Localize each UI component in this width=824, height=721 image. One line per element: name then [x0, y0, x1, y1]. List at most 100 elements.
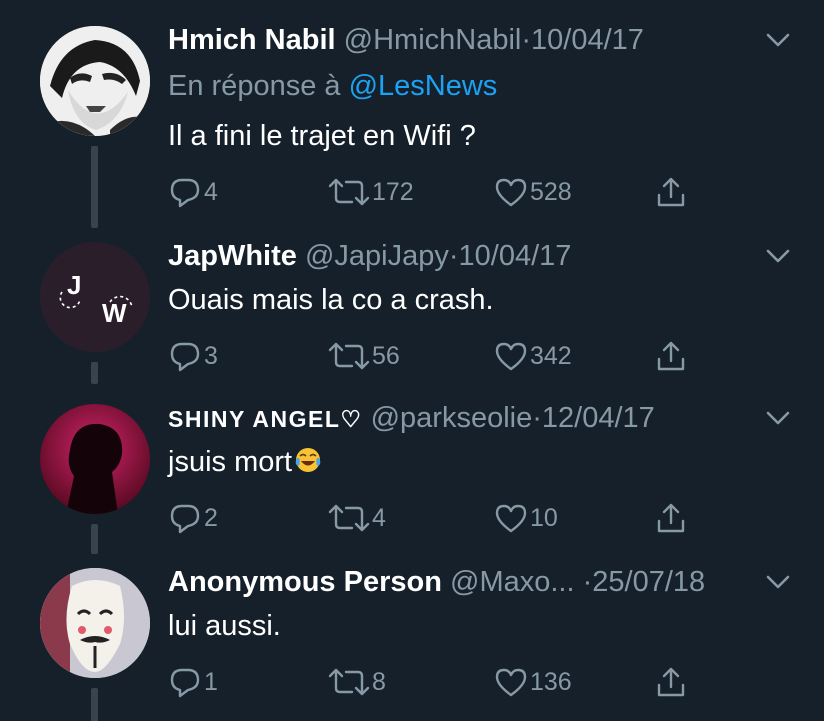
user-handle[interactable]: @JapiJapy — [305, 240, 449, 272]
like-count: 10 — [530, 503, 558, 532]
share-icon — [657, 177, 685, 207]
thread-connector — [91, 524, 98, 554]
like-count: 136 — [530, 667, 572, 696]
display-name[interactable]: JapWhite — [168, 240, 297, 272]
tweet-date[interactable]: 12/04/17 — [542, 402, 655, 434]
separator: · — [582, 566, 593, 598]
tweet-actions: 3 56 342 — [168, 338, 784, 374]
retweet-button[interactable]: 172 — [328, 174, 414, 210]
reply-icon — [170, 342, 200, 372]
user-handle[interactable]: @parkseolie — [371, 402, 533, 434]
reply-thread: Hmich Nabil @HmichNabil·10/04/17 En répo… — [0, 0, 824, 721]
reply-count: 4 — [204, 177, 218, 206]
user-handle[interactable]: @Maxo... — [450, 566, 575, 598]
svg-text:W: W — [102, 298, 127, 328]
heart-icon — [495, 504, 527, 533]
heart-icon — [495, 342, 527, 371]
tweet[interactable]: Anonymous Person @Maxo... ·25/07/18 lui … — [0, 562, 824, 721]
display-name[interactable]: Hmich Nabil — [168, 24, 336, 56]
avatar[interactable] — [40, 568, 150, 678]
reply-icon — [170, 504, 200, 534]
face-with-tears-of-joy-icon — [295, 448, 321, 472]
share-button[interactable] — [654, 500, 688, 536]
retweet-count: 56 — [372, 341, 400, 370]
display-name[interactable]: Anonymous Person — [168, 566, 442, 598]
tweet-text: lui aussi. — [168, 610, 281, 642]
svg-text:J: J — [67, 270, 81, 300]
retweet-button[interactable]: 56 — [328, 338, 400, 374]
retweet-count: 4 — [372, 503, 386, 532]
tweet-actions: 4 172 528 — [168, 174, 784, 210]
retweet-icon — [328, 504, 370, 532]
thread-connector — [91, 214, 98, 228]
chevron-down-icon[interactable] — [764, 406, 792, 430]
retweet-icon — [328, 178, 370, 206]
reply-count: 1 — [204, 667, 218, 696]
avatar[interactable]: J W — [40, 242, 150, 352]
like-button[interactable]: 136 — [494, 664, 572, 700]
tweet-actions: 1 8 136 — [168, 664, 784, 700]
reply-button[interactable]: 2 — [168, 500, 218, 536]
share-icon — [657, 503, 685, 533]
separator: · — [532, 402, 542, 434]
tweet-header: Hmich Nabil @HmichNabil·10/04/17 — [168, 20, 644, 60]
reply-prefix: En réponse à — [168, 70, 341, 102]
like-count: 528 — [530, 177, 572, 206]
like-button[interactable]: 10 — [494, 500, 558, 536]
avatar[interactable] — [40, 26, 150, 136]
tweet-content: Hmich Nabil @HmichNabil·10/04/17 En répo… — [168, 20, 790, 208]
reply-icon — [170, 178, 200, 208]
separator: · — [448, 240, 459, 272]
thread-connector — [91, 362, 98, 384]
display-name[interactable]: SHINY ANGEL♡ — [168, 406, 363, 432]
tweet[interactable]: SHINY ANGEL♡ @parkseolie·12/04/17 jsuis … — [0, 398, 824, 562]
reply-button[interactable]: 4 — [168, 174, 218, 210]
tweet[interactable]: J W JapWhite @JapiJapy·10/04/17 Ouais ma… — [0, 214, 824, 400]
share-icon — [657, 341, 685, 371]
share-button[interactable] — [654, 174, 688, 210]
retweet-icon — [328, 668, 370, 696]
retweet-button[interactable]: 4 — [328, 500, 386, 536]
like-button[interactable]: 528 — [494, 174, 572, 210]
retweet-count: 172 — [372, 177, 414, 206]
reply-context: En réponse à @LesNews — [168, 66, 497, 106]
tweet-text-line: jsuis mort — [168, 442, 322, 482]
like-count: 342 — [530, 341, 572, 370]
thread-connector — [91, 146, 98, 224]
tweet-content: SHINY ANGEL♡ @parkseolie·12/04/17 jsuis … — [168, 398, 790, 562]
retweet-button[interactable]: 8 — [328, 664, 386, 700]
avatar[interactable] — [40, 404, 150, 514]
reply-count: 3 — [204, 341, 218, 370]
chevron-down-icon[interactable] — [764, 570, 792, 594]
share-button[interactable] — [654, 338, 688, 374]
separator: · — [521, 24, 532, 56]
reply-mention-link[interactable]: @LesNews — [349, 70, 498, 102]
share-icon — [657, 667, 685, 697]
tweet-text: Ouais mais la co a crash. — [168, 284, 494, 316]
reply-count: 2 — [204, 503, 218, 532]
retweet-icon — [328, 342, 370, 370]
retweet-count: 8 — [372, 667, 386, 696]
tweet-text: Il a fini le trajet en Wifi ? — [168, 120, 476, 152]
user-handle[interactable]: @HmichNabil — [344, 24, 522, 56]
tweet-content: JapWhite @JapiJapy·10/04/17 Ouais mais l… — [168, 236, 790, 400]
tweet-date[interactable]: 25/07/18 — [592, 566, 705, 598]
chevron-down-icon[interactable] — [764, 244, 792, 268]
tweet-date[interactable]: 10/04/17 — [459, 240, 572, 272]
heart-icon — [495, 178, 527, 207]
tweet-content: Anonymous Person @Maxo... ·25/07/18 lui … — [168, 562, 790, 721]
reply-button[interactable]: 1 — [168, 664, 218, 700]
like-button[interactable]: 342 — [494, 338, 572, 374]
tweet[interactable]: Hmich Nabil @HmichNabil·10/04/17 En répo… — [0, 20, 824, 224]
tweet-actions: 2 4 10 — [168, 500, 784, 536]
tweet-text: jsuis mort — [168, 446, 293, 478]
tweet-date[interactable]: 10/04/17 — [531, 24, 644, 56]
tweet-header: SHINY ANGEL♡ @parkseolie·12/04/17 — [168, 398, 655, 439]
reply-button[interactable]: 3 — [168, 338, 218, 374]
heart-icon — [495, 668, 527, 697]
thread-connector — [91, 688, 98, 721]
share-button[interactable] — [654, 664, 688, 700]
tweet-header: JapWhite @JapiJapy·10/04/17 — [168, 236, 571, 276]
tweet-header: Anonymous Person @Maxo... ·25/07/18 — [168, 562, 705, 602]
chevron-down-icon[interactable] — [764, 28, 792, 52]
